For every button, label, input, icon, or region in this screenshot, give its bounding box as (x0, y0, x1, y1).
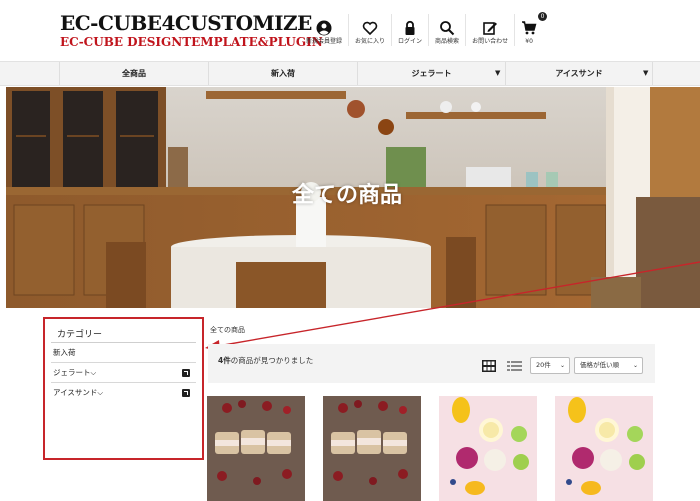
grid-view-icon[interactable] (482, 360, 496, 372)
nav-cart[interactable]: 0 ¥0 (514, 12, 548, 46)
cat-gelato-label: ジェラート (411, 69, 452, 78)
cat-ice-sandwich-label: アイスサンド (555, 69, 603, 78)
sidebar-item-gelato[interactable]: ジェラート⌵ (51, 363, 196, 383)
sidebar-item-label: 新入荷 (53, 348, 76, 357)
nav-login[interactable]: ログイン (391, 14, 428, 46)
logo-subtitle: EC-CUBE DESIGNTEMPLATE&PLUGIN (60, 35, 323, 49)
product-card[interactable] (323, 396, 421, 501)
chevron-down-icon: ⌄ (559, 362, 565, 369)
sidebar-item-label: ジェラート⌵ (53, 368, 97, 377)
hero-banner: 全ての商品 (6, 87, 700, 308)
cat-all-label: 全商品 (122, 69, 146, 78)
chevron-down-icon: ⌄ (632, 362, 638, 369)
product-card[interactable] (439, 396, 537, 501)
product-card[interactable] (555, 396, 653, 501)
sidebar-item-label: アイスサンド⌵ (53, 388, 104, 397)
header-nav: 新規会員登録 お気に入り ログイン 商品検索 お問い合わせ 0 ¥0 (300, 12, 548, 46)
nav-register-label: 新規会員登録 (306, 38, 343, 45)
expand-icon[interactable] (182, 389, 190, 397)
nav-contact-label: お問い合わせ (472, 38, 509, 45)
nav-contact[interactable]: お問い合わせ (465, 14, 514, 46)
product-grid (207, 396, 657, 501)
nav-login-label: ログイン (398, 38, 423, 45)
product-image-ice-sandwich (323, 396, 421, 501)
cart-icon (522, 21, 537, 35)
breadcrumb[interactable]: 全ての商品 (210, 325, 245, 335)
page-title: 全ての商品 (292, 183, 403, 208)
cart-count-badge: 0 (538, 12, 548, 21)
sidebar-item-ice-sandwich[interactable]: アイスサンド⌵ (51, 383, 196, 403)
product-image-ice-sandwich (207, 396, 305, 501)
product-image-gelato (439, 396, 537, 501)
site-header: EC-CUBE4CUSTOMIZE EC-CUBE DESIGNTEMPLATE… (0, 0, 700, 61)
cart-price: ¥0 (525, 38, 533, 45)
nav-favorites[interactable]: お気に入り (348, 14, 391, 46)
per-page-value: 20件 (536, 361, 551, 369)
sort-value: 価格が低い順 (580, 361, 619, 369)
category-sidebar: カテゴリー 新入荷 ジェラート⌵ アイスサンド⌵ (43, 317, 204, 460)
results-count-text: の商品が見つかりました (230, 356, 314, 365)
cat-ice-sandwich[interactable]: アイスサンド (505, 62, 653, 85)
list-view-icon[interactable] (507, 360, 522, 372)
sidebar-title: カテゴリー (51, 319, 196, 343)
cat-all-products[interactable]: 全商品 (59, 62, 208, 85)
site-logo[interactable]: EC-CUBE4CUSTOMIZE EC-CUBE DESIGNTEMPLATE… (60, 11, 323, 49)
nav-register[interactable]: 新規会員登録 (300, 14, 348, 46)
lock-icon (405, 20, 415, 35)
product-image-gelato (555, 396, 653, 501)
search-icon (440, 21, 455, 36)
results-count: 4件の商品が見つかりました (218, 355, 313, 366)
product-card[interactable] (207, 396, 305, 501)
nav-favorites-label: お気に入り (355, 38, 386, 45)
nav-search-label: 商品検索 (435, 38, 460, 45)
cat-new-arrivals[interactable]: 新入荷 (208, 62, 357, 85)
sort-select[interactable]: 価格が低い順 ⌄ (574, 357, 643, 374)
results-count-number: 4件 (218, 356, 231, 365)
logo-title: EC-CUBE4CUSTOMIZE (60, 11, 312, 35)
chevron-down-icon: ▼ (495, 69, 501, 77)
user-icon (316, 20, 332, 36)
heart-icon (362, 21, 378, 36)
category-nav-bar: 全商品 新入荷 ジェラート ▼ アイスサンド ▼ (0, 61, 700, 86)
per-page-select[interactable]: 20件 ⌄ (530, 357, 570, 374)
results-toolbar: 4件の商品が見つかりました 20件 ⌄ 価格が低い順 ⌄ (208, 344, 655, 383)
chevron-down-icon: ▼ (643, 69, 649, 77)
nav-search[interactable]: 商品検索 (428, 14, 465, 46)
sidebar-item-new[interactable]: 新入荷 (51, 343, 196, 363)
cat-new-label: 新入荷 (271, 69, 295, 78)
cat-gelato[interactable]: ジェラート (357, 62, 505, 85)
expand-icon[interactable] (182, 369, 190, 377)
edit-icon (483, 22, 498, 35)
